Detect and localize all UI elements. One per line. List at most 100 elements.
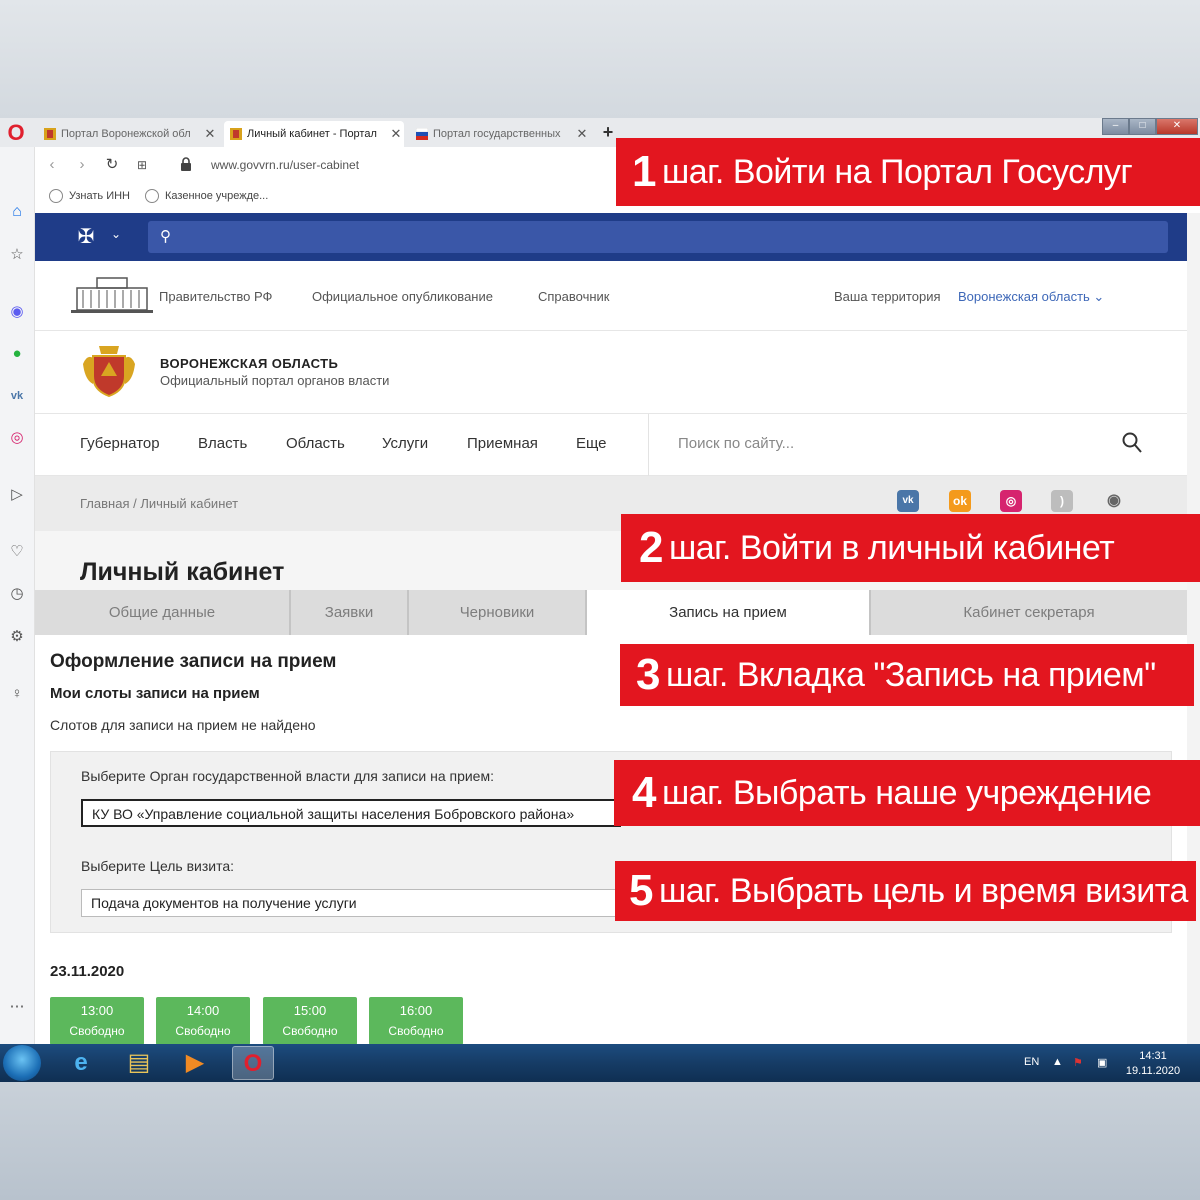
clock-time: 14:31 [1139, 1050, 1167, 1062]
voronezh-coat-of-arms-icon[interactable] [79, 342, 139, 402]
lock-icon[interactable] [180, 157, 192, 171]
browser-tab[interactable]: Портал Воронежской обл ✕ [38, 121, 218, 147]
language-indicator[interactable]: EN [1024, 1056, 1039, 1068]
step-banner-1: 1 шаг. Войти на Портал Госуслуг [616, 138, 1200, 206]
minimize-icon[interactable]: – [1102, 118, 1129, 135]
instagram-share-icon[interactable]: ◎ [1000, 490, 1022, 512]
browser-sidebar: ⌂ ☆ ◉ ● vk ◎ ▷ ♡ ◷ ⚙ ♀ ⋯ [0, 147, 35, 1047]
close-tab-icon[interactable]: ✕ [202, 126, 218, 142]
home-icon[interactable]: ⌂ [7, 202, 27, 222]
region-title[interactable]: ВОРОНЕЖСКАЯ ОБЛАСТЬ [160, 356, 338, 371]
tab-applications[interactable]: Заявки [291, 590, 409, 635]
menu-item-services[interactable]: Услуги [382, 435, 428, 452]
section-title: Оформление записи на прием [50, 651, 337, 672]
step-text: шаг. Войти на Портал Госуслуг [661, 153, 1133, 191]
network-icon[interactable]: ▣ [1097, 1056, 1107, 1069]
close-tab-icon[interactable]: ✕ [388, 126, 404, 142]
url-text[interactable]: www.govvrn.ru/user-cabinet [211, 158, 359, 172]
messenger-icon[interactable]: ◉ [7, 302, 27, 322]
tray-expand-icon[interactable]: ▲ [1052, 1056, 1063, 1068]
eagle-emblem-icon[interactable]: ✠ [71, 223, 101, 251]
new-tab-plus-icon[interactable]: + [598, 122, 618, 142]
speed-dial-grid-icon[interactable]: ⊞ [133, 156, 151, 174]
bookmark-item[interactable]: Казенное учрежде... [145, 189, 268, 203]
menu-item-reception[interactable]: Приемная [467, 435, 538, 452]
system-clock[interactable]: 14:31 19.11.2020 [1122, 1049, 1184, 1079]
menu-item-more[interactable]: Еще [576, 435, 607, 452]
site-brand: ВОРОНЕЖСКАЯ ОБЛАСТЬ Официальный портал о… [35, 332, 1187, 414]
browser-tab-active[interactable]: Личный кабинет - Портал ✕ [224, 121, 404, 147]
vk-share-icon[interactable]: vk [897, 490, 919, 512]
close-window-icon[interactable]: ✕ [1156, 118, 1198, 135]
browser-tab[interactable]: Портал государственных ✕ [410, 121, 590, 147]
file-explorer-icon[interactable]: ▤ [118, 1046, 160, 1080]
goal-select[interactable]: Подача документов на получение услуги [81, 889, 621, 917]
menu-item-governor[interactable]: Губернатор [80, 435, 160, 452]
breadcrumb[interactable]: Главная / Личный кабинет [80, 496, 238, 511]
step-number: 4 [632, 768, 656, 817]
vk-icon[interactable]: vk [7, 386, 27, 406]
whatsapp-icon[interactable]: ● [7, 344, 27, 364]
bookmark-item[interactable]: Узнать ИНН [49, 189, 130, 203]
heart-icon[interactable]: ♡ [7, 542, 27, 562]
start-button[interactable] [3, 1045, 41, 1081]
history-clock-icon[interactable]: ◷ [7, 584, 27, 604]
slot-time: 14:00 [186, 1003, 220, 1018]
clock-date: 19.11.2020 [1125, 1065, 1181, 1077]
step-banner-3: 3 шаг. Вкладка "Запись на прием" [620, 644, 1194, 706]
step-banner-5: 5 шаг. Выбрать цель и время визита [615, 861, 1196, 921]
more-dots-icon[interactable]: ⋯ [7, 997, 27, 1017]
search-icon[interactable] [1122, 432, 1142, 454]
site-search-input[interactable]: Поиск по сайту... [678, 435, 794, 452]
cabinet-tabs: Общие данные Заявки Черновики Запись на … [35, 590, 1187, 635]
time-slot-button[interactable]: 15:00 Свободно [263, 997, 357, 1045]
tab-general-data[interactable]: Общие данные [35, 590, 291, 635]
menu-item-region[interactable]: Область [286, 435, 345, 452]
slot-status: Свободно [388, 1024, 444, 1038]
slot-time: 16:00 [399, 1003, 433, 1018]
internet-explorer-icon[interactable]: e [60, 1046, 102, 1080]
page-scrollbar[interactable] [1187, 213, 1200, 1053]
eye-visually-impaired-icon[interactable]: ◉ [1103, 490, 1125, 512]
opera-menu-icon[interactable]: O [6, 122, 26, 144]
time-slot-button[interactable]: 14:00 Свободно [156, 997, 250, 1045]
slot-status: Свободно [69, 1024, 125, 1038]
action-center-flag-icon[interactable]: ⚑ [1073, 1056, 1083, 1069]
tab-drafts[interactable]: Черновики [409, 590, 587, 635]
reload-icon[interactable]: ↻ [103, 156, 121, 174]
org-label: Выберите Орган государственной власти дл… [81, 768, 494, 784]
goal-label: Выберите Цель визита: [81, 858, 235, 874]
maximize-icon[interactable]: □ [1129, 118, 1156, 135]
territory-select[interactable]: Воронежская область ⌄ [958, 289, 1104, 305]
link-directory[interactable]: Справочник [538, 289, 610, 304]
time-slot-button[interactable]: 13:00 Свободно [50, 997, 144, 1045]
settings-gear-icon[interactable]: ⚙ [7, 627, 27, 647]
link-government-rf[interactable]: Правительство РФ [159, 289, 272, 304]
tab-title: Личный кабинет - Портал [247, 128, 377, 140]
forward-arrow-icon[interactable]: › [73, 156, 91, 174]
step-number: 5 [629, 866, 653, 915]
media-player-icon[interactable]: ▶ [174, 1046, 216, 1080]
chevron-down-icon[interactable]: ⌄ [111, 227, 121, 241]
link-official-publication[interactable]: Официальное опубликование [312, 289, 493, 304]
send-icon[interactable]: ▷ [7, 485, 27, 505]
opera-taskbar-icon[interactable]: O [232, 1046, 274, 1080]
coat-of-arms-favicon-icon [44, 128, 56, 140]
rss-icon[interactable]: ) [1051, 490, 1073, 512]
tips-lightbulb-icon[interactable]: ♀ [7, 684, 27, 704]
odnoklassniki-share-icon[interactable]: ok [949, 490, 971, 512]
back-arrow-icon[interactable]: ‹ [43, 156, 61, 174]
menu-item-power[interactable]: Власть [198, 435, 247, 452]
bookmark-label: Казенное учрежде... [165, 190, 269, 202]
org-select[interactable]: КУ ВО «Управление социальной защиты насе… [81, 799, 621, 827]
time-slot-button[interactable]: 16:00 Свободно [369, 997, 463, 1045]
windows-taskbar: e ▤ ▶ O EN ▲ ⚑ ▣ 14:31 19.11.2020 [0, 1044, 1200, 1082]
tab-secretary-cabinet[interactable]: Кабинет секретаря [871, 590, 1187, 635]
slot-time: 13:00 [80, 1003, 114, 1018]
gos-search-input[interactable]: ⚲ [148, 221, 1168, 253]
web-page: ✠ ⌄ ⚲ Правительство РФ Официальное опубл… [35, 213, 1187, 1053]
tab-appointment[interactable]: Запись на прием [587, 590, 871, 635]
instagram-icon[interactable]: ◎ [7, 428, 27, 448]
close-tab-icon[interactable]: ✕ [574, 126, 590, 142]
star-icon[interactable]: ☆ [7, 245, 27, 265]
